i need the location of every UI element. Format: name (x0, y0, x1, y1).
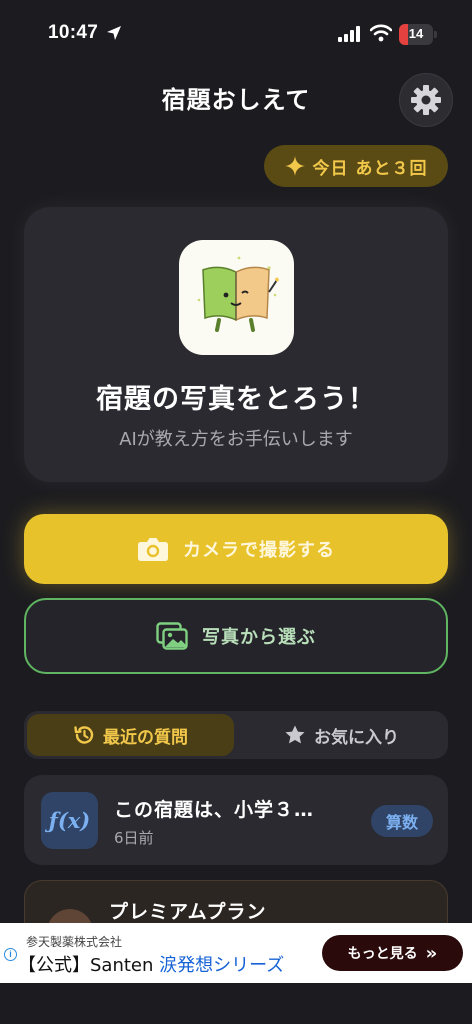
chevron-double-right-icon: » (425, 942, 438, 964)
gear-icon (411, 85, 441, 115)
star-icon (285, 725, 305, 744)
choose-photo-button[interactable]: 写真から選ぶ (24, 598, 448, 674)
take-photo-button[interactable]: カメラで撮影する (24, 514, 448, 584)
camera-icon (138, 538, 168, 561)
function-icon: ƒ(x) (41, 792, 98, 849)
status-time: 10:47 (48, 22, 99, 43)
sparkle-icon (284, 156, 305, 176)
premium-title: プレミアムプラン (109, 901, 267, 923)
hero-card: 宿題の写真をとろう！ AIが教え方をお手伝いします (24, 207, 448, 482)
location-arrow-icon (107, 26, 121, 40)
ad-headline: 【公式】Santen 涙発想シリーズ (18, 951, 284, 977)
cellular-signal-icon (338, 26, 360, 42)
ad-headline-highlight: 涙発想シリーズ (159, 955, 285, 976)
hero-subtitle: AIが教え方をお手伝いします (119, 429, 353, 450)
ad-banner[interactable]: i 参天製薬株式会社 【公式】Santen 涙発想シリーズ もっと見る » (0, 923, 472, 983)
hero-title: 宿題の写真をとろう！ (96, 384, 376, 415)
info-icon[interactable]: i (4, 948, 17, 961)
status-bar: 10:47 14 (0, 0, 472, 70)
ad-headline-prefix: 【公式】Santen (18, 955, 160, 976)
battery-icon: 14 (399, 24, 433, 45)
wifi-icon (370, 24, 392, 42)
subject-badge: 算数 (371, 805, 433, 837)
history-icon (74, 726, 94, 744)
tab-favorites-label: お気に入り (314, 727, 399, 748)
ad-cta-button[interactable]: もっと見る » (322, 935, 463, 971)
history-tabs: 最近の質問 お気に入り (24, 711, 448, 759)
quota-label: 今日 あと３回 (312, 158, 428, 179)
gallery-icon (156, 622, 188, 650)
tab-favorites[interactable]: お気に入り (238, 714, 445, 756)
battery-level: 14 (408, 26, 424, 41)
app-mascot-logo (179, 240, 294, 355)
tab-recent-label: 最近の質問 (103, 727, 188, 748)
ad-sponsor: 参天製薬株式会社 (26, 935, 123, 949)
ad-cta-label: もっと見る (347, 946, 418, 962)
tab-recent-questions[interactable]: 最近の質問 (27, 714, 234, 756)
remaining-quota-badge: 今日 あと３回 (264, 145, 448, 187)
question-date: 6日前 (114, 829, 154, 847)
take-photo-label: カメラで撮影する (183, 540, 335, 561)
list-item[interactable]: ƒ(x) この宿題は、小学３… 6日前 算数 (24, 775, 448, 865)
question-preview: この宿題は、小学３… (114, 799, 315, 821)
choose-photo-label: 写真から選ぶ (202, 627, 316, 648)
settings-button[interactable] (399, 73, 453, 127)
